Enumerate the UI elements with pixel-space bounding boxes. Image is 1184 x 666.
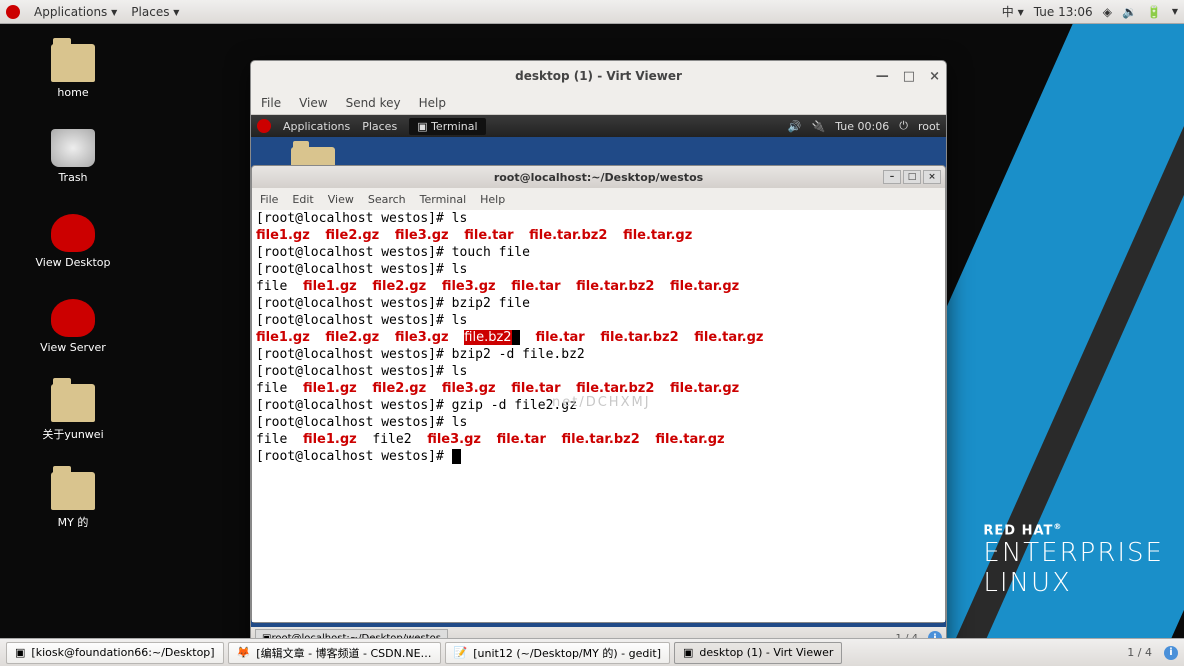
terminal-menu-view[interactable]: View — [328, 193, 354, 206]
icon-label: home — [57, 86, 88, 99]
guest-places-menu[interactable]: Places — [362, 120, 397, 133]
menu-send-key[interactable]: Send key — [346, 96, 401, 110]
guest-desktop: Applications Places ▣ Terminal 🔊 🔌 Tue 0… — [251, 115, 946, 638]
ime-indicator[interactable]: 中 ▼ — [1002, 3, 1024, 20]
folder-icon — [51, 472, 95, 510]
task-icon: 📝 — [454, 646, 468, 659]
terminal-menu-help[interactable]: Help — [480, 193, 505, 206]
task-label: [unit12 (~/Desktop/MY 的) - gedit] — [473, 645, 661, 661]
redhat-brand-text: RED HAT® ENTERPRISE LINUX — [983, 522, 1164, 598]
workspace-indicator[interactable]: 1 / 4 — [1119, 646, 1160, 659]
virt-viewer-menubar: File View Send key Help — [251, 91, 946, 115]
menu-file[interactable]: File — [261, 96, 281, 110]
task-icon: ▣ — [15, 646, 25, 659]
redhat-logo-icon — [6, 5, 20, 19]
guest-taskbar-item[interactable]: ▣ root@localhost:~/Desktop/westos — [255, 629, 448, 638]
guest-volume-icon[interactable]: 🔊 — [788, 120, 802, 133]
terminal-titlebar[interactable]: root@localhost:~/Desktop/westos – □ × — [252, 166, 945, 188]
guest-network-icon[interactable]: 🔌 — [812, 120, 826, 133]
terminal-title: root@localhost:~/Desktop/westos — [494, 171, 703, 184]
virt-viewer-titlebar[interactable]: desktop (1) - Virt Viewer — □ × — [251, 61, 946, 91]
close-button[interactable]: × — [929, 69, 940, 84]
desktop-icon-view-server[interactable]: View Server — [30, 299, 116, 354]
places-menu[interactable]: Places ▼ — [131, 5, 179, 19]
guest-info-icon[interactable]: i — [928, 631, 942, 638]
guest-clock[interactable]: Tue 00:06 — [835, 120, 889, 133]
icon-label: View Server — [40, 341, 106, 354]
task-label: desktop (1) - Virt Viewer — [699, 646, 833, 659]
volume-icon[interactable]: 🔉 — [1122, 5, 1137, 19]
task-icon: ▣ — [683, 646, 693, 659]
virt-viewer-title: desktop (1) - Virt Viewer — [515, 69, 682, 83]
host-desktop: RED HAT® ENTERPRISE LINUX home Trash View … — [0, 24, 1184, 638]
folder-icon — [51, 44, 95, 82]
terminal-menu-terminal[interactable]: Terminal — [420, 193, 467, 206]
folder-icon — [51, 214, 95, 252]
icon-label: 关于yunwei — [42, 426, 103, 442]
folder-icon — [51, 384, 95, 422]
redhat-logo-icon — [257, 119, 271, 133]
host-bottom-panel: ▣ [kiosk@foundation66:~/Desktop] 🦊 [编辑文章 - … — [0, 638, 1184, 666]
desktop-icon-关于yunwei[interactable]: 关于yunwei — [30, 384, 116, 442]
guest-applications-menu[interactable]: Applications — [283, 120, 350, 133]
desktop-icon-my-的[interactable]: MY 的 — [30, 472, 116, 530]
host-top-panel: Applications ▼ Places ▼ 中 ▼ Tue 13:06 ◈ … — [0, 0, 1184, 24]
guest-power-icon[interactable]: ⏻ — [899, 119, 908, 133]
folder-icon — [51, 129, 95, 167]
terminal-maximize-button[interactable]: □ — [903, 170, 921, 184]
terminal-minimize-button[interactable]: – — [883, 170, 901, 184]
terminal-menu-search[interactable]: Search — [368, 193, 406, 206]
terminal-output[interactable]: [root@localhost westos]# ls file1.gz fil… — [252, 210, 945, 622]
taskbar-item[interactable]: ▣ [kiosk@foundation66:~/Desktop] — [6, 642, 224, 664]
icon-label: View Desktop — [36, 256, 111, 269]
terminal-menu-file[interactable]: File — [260, 193, 278, 206]
guest-user[interactable]: root — [918, 120, 940, 133]
folder-icon — [51, 299, 95, 337]
applications-menu[interactable]: Applications ▼ — [34, 5, 117, 19]
terminal-menubar: File Edit View Search Terminal Help — [252, 188, 945, 210]
desktop-icon-view-desktop[interactable]: View Desktop — [30, 214, 116, 269]
taskbar-item[interactable]: ▣ desktop (1) - Virt Viewer — [674, 642, 842, 664]
icon-label: Trash — [58, 171, 87, 184]
terminal-close-button[interactable]: × — [923, 170, 941, 184]
menu-help[interactable]: Help — [419, 96, 446, 110]
taskbar-item[interactable]: 🦊 [编辑文章 - 博客频道 - CSDN.NE… — [228, 642, 441, 664]
virt-viewer-window: desktop (1) - Virt Viewer — □ × File View… — [250, 60, 947, 638]
guest-top-panel: Applications Places ▣ Terminal 🔊 🔌 Tue 0… — [251, 115, 946, 137]
taskbar-item[interactable]: 📝 [unit12 (~/Desktop/MY 的) - gedit] — [445, 642, 670, 664]
terminal-menu-edit[interactable]: Edit — [292, 193, 313, 206]
clock[interactable]: Tue 13:06 — [1034, 5, 1093, 19]
task-icon: 🦊 — [237, 646, 251, 659]
desktop-icon-trash[interactable]: Trash — [30, 129, 116, 184]
icon-label: MY 的 — [58, 514, 89, 530]
maximize-button[interactable]: □ — [903, 69, 915, 84]
menu-view[interactable]: View — [299, 96, 327, 110]
minimize-button[interactable]: — — [876, 69, 889, 84]
battery-icon[interactable]: 🔋 — [1147, 5, 1162, 19]
terminal-window: root@localhost:~/Desktop/westos – □ × Fi… — [251, 165, 946, 623]
task-label: [编辑文章 - 博客频道 - CSDN.NE… — [256, 645, 431, 661]
network-icon[interactable]: ◈ — [1103, 5, 1112, 19]
task-label: [kiosk@foundation66:~/Desktop] — [31, 646, 214, 659]
guest-bottom-panel: ▣ root@localhost:~/Desktop/westos 1 / 4 … — [251, 627, 946, 638]
guest-terminal-indicator[interactable]: ▣ Terminal — [409, 118, 485, 135]
user-menu[interactable]: ▼ — [1172, 7, 1178, 16]
info-icon[interactable]: i — [1164, 646, 1178, 660]
desktop-icon-home[interactable]: home — [30, 44, 116, 99]
